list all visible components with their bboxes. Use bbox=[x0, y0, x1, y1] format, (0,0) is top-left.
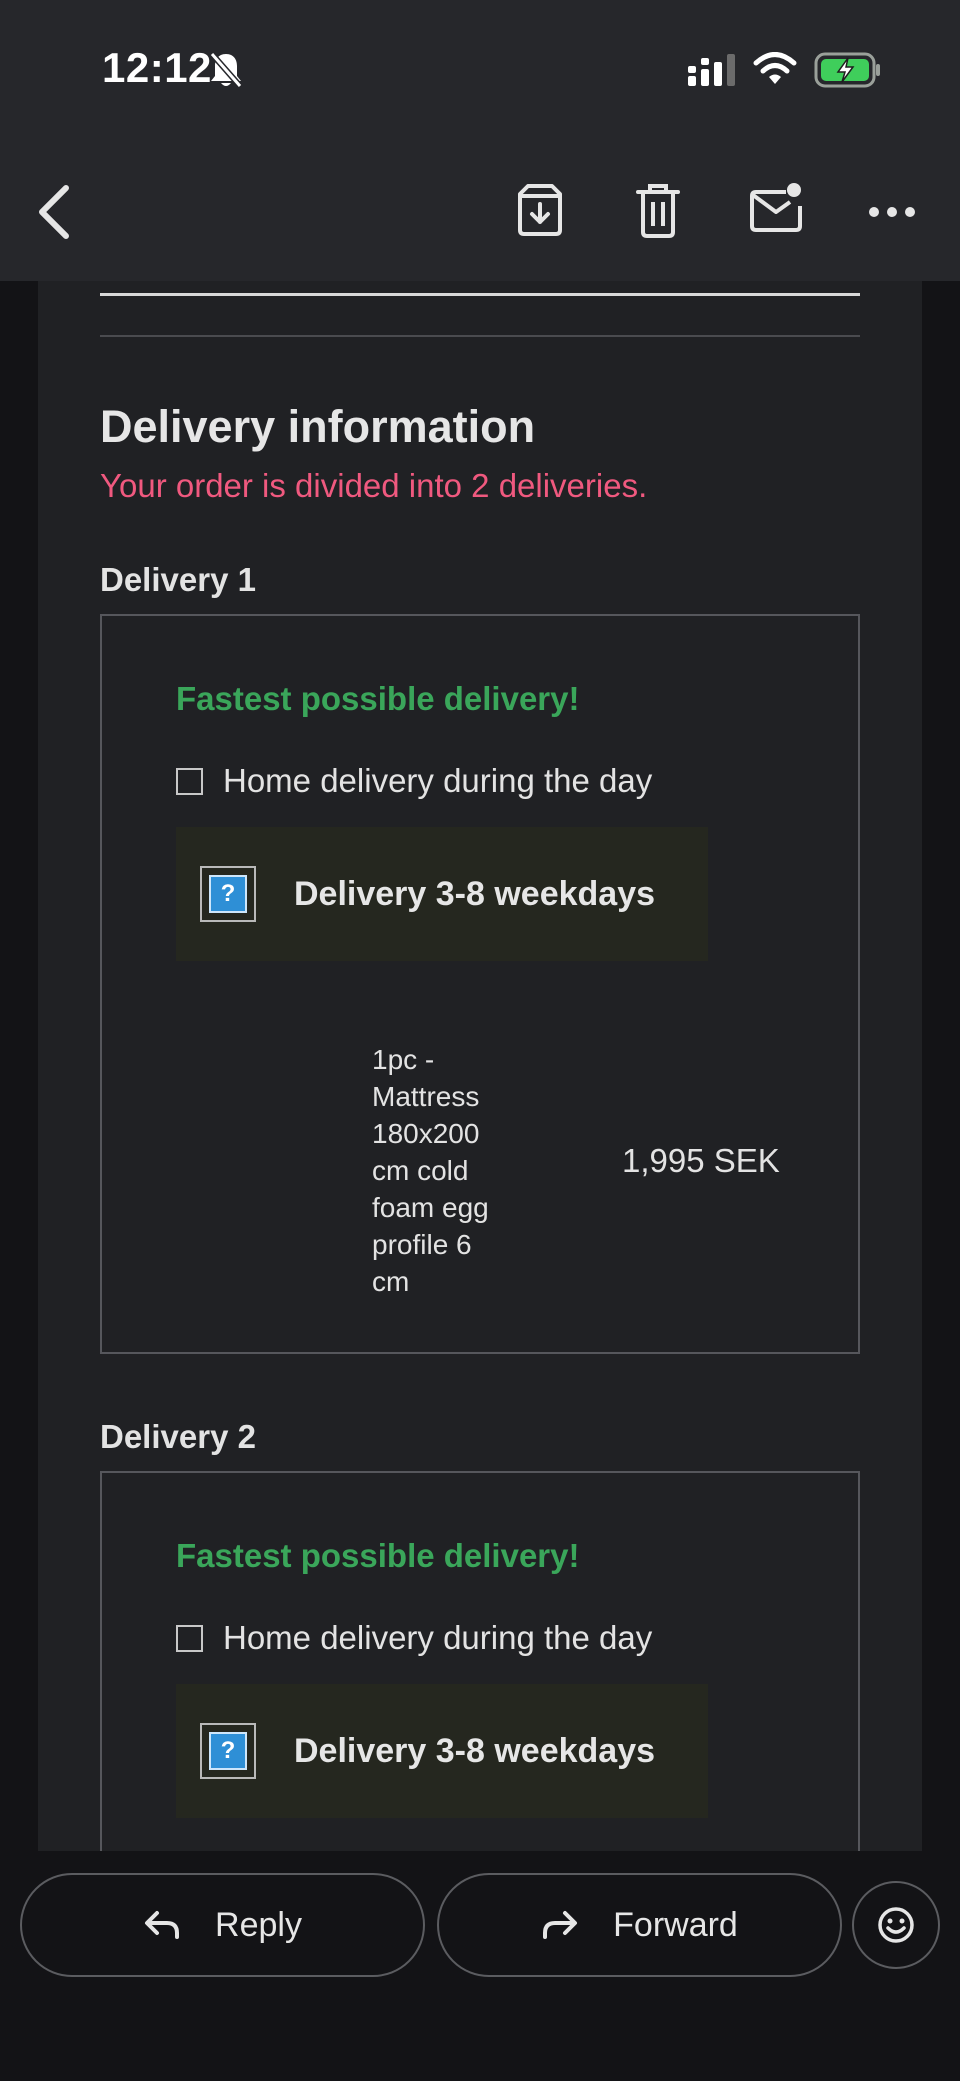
reply-arrow-icon bbox=[145, 1911, 180, 1939]
back-chevron-icon[interactable] bbox=[30, 180, 80, 244]
item-line: cm cold bbox=[372, 1155, 469, 1186]
trash-icon[interactable] bbox=[628, 180, 688, 240]
battery-charging-icon bbox=[814, 52, 880, 88]
item-price: 1,995 SEK bbox=[622, 1142, 780, 1179]
delivery-time-text: Delivery 3-8 weekdays bbox=[294, 1731, 656, 1770]
bell-slash-icon bbox=[209, 52, 243, 88]
divider bbox=[100, 335, 860, 337]
status-time: 12:12 bbox=[102, 44, 212, 91]
cellular-signal-icon bbox=[688, 54, 735, 86]
home-delivery-label: Home delivery during the day bbox=[223, 1619, 653, 1656]
home-delivery-checkbox[interactable] bbox=[176, 767, 203, 795]
item-line: foam egg bbox=[372, 1192, 489, 1223]
bottom-action-bar: Reply Forward bbox=[0, 1851, 960, 2081]
forward-arrow-icon bbox=[543, 1911, 578, 1939]
delivery-time-banner: ? Delivery 3-8 weekdays bbox=[176, 1684, 708, 1818]
reply-button[interactable]: Reply bbox=[20, 1873, 425, 1977]
delivery-time-banner: ? Delivery 3-8 weekdays bbox=[176, 827, 708, 961]
section-title: Delivery information bbox=[100, 401, 536, 452]
forward-button[interactable]: Forward bbox=[437, 1873, 842, 1977]
item-line: 1pc - bbox=[372, 1044, 435, 1075]
item-line: Mattress bbox=[372, 1081, 480, 1112]
home-delivery-option[interactable]: Home delivery during the day bbox=[176, 762, 652, 800]
archive-icon[interactable] bbox=[510, 180, 570, 240]
delivery-2-label: Delivery 2 bbox=[100, 1418, 256, 1455]
delivery-2-box: Fastest possible delivery! Home delivery… bbox=[100, 1471, 860, 1851]
mark-unread-icon[interactable] bbox=[746, 180, 806, 240]
section-subtitle: Your order is divided into 2 deliveries. bbox=[100, 467, 648, 504]
home-delivery-label: Home delivery during the day bbox=[223, 762, 653, 799]
forward-label: Forward bbox=[613, 1905, 738, 1944]
item-line: 180x200 bbox=[372, 1118, 480, 1149]
divider bbox=[100, 293, 860, 296]
missing-image-icon: ? bbox=[200, 866, 256, 922]
delivery-time-text: Delivery 3-8 weekdays bbox=[294, 874, 656, 913]
fastest-delivery-text: Fastest possible delivery! bbox=[176, 680, 580, 717]
item-line: cm bbox=[372, 1266, 410, 1297]
email-body: Delivery information Your order is divid… bbox=[38, 281, 922, 1851]
item-description: 1pc - Mattress 180x200 cm cold foam egg … bbox=[372, 1041, 532, 1300]
fastest-delivery-text: Fastest possible delivery! bbox=[176, 1537, 580, 1574]
more-options-icon[interactable] bbox=[862, 180, 922, 240]
delivery-1-box: Fastest possible delivery! Home delivery… bbox=[100, 614, 860, 1354]
delivery-1-label: Delivery 1 bbox=[100, 561, 256, 598]
reply-label: Reply bbox=[215, 1905, 302, 1944]
missing-image-icon: ? bbox=[200, 1723, 256, 1779]
home-delivery-checkbox[interactable] bbox=[176, 1624, 203, 1652]
home-delivery-option[interactable]: Home delivery during the day bbox=[176, 1619, 652, 1657]
wifi-icon bbox=[753, 52, 797, 84]
item-line: profile 6 bbox=[372, 1229, 472, 1260]
top-app-bar: 12:12 bbox=[0, 0, 960, 281]
emoji-reaction-button[interactable] bbox=[852, 1881, 940, 1969]
emoji-reaction-icon bbox=[878, 1907, 914, 1943]
